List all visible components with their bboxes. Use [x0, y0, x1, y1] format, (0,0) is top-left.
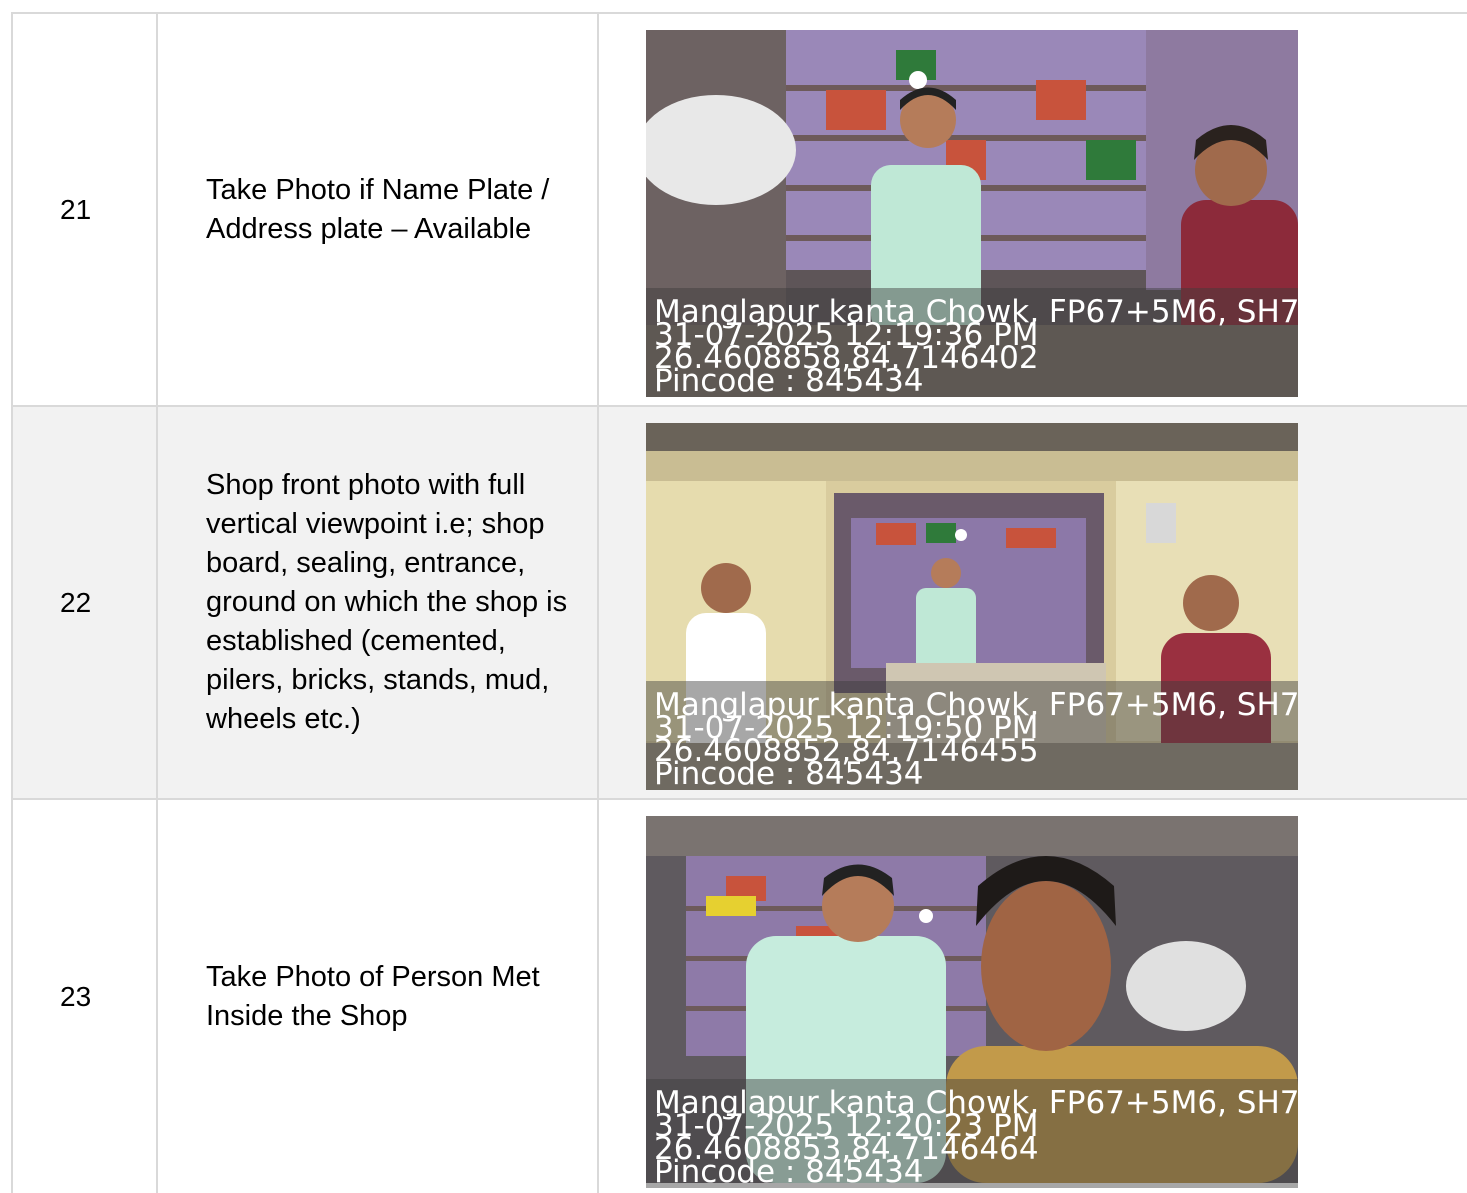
row-description: Take Photo if Name Plate / Address plate… — [158, 14, 599, 405]
geo-stamp: Manglapur kanta Chowk, FP67+5M6, SH7 31-… — [646, 1079, 1298, 1188]
geo-stamp: Manglapur kanta Chowk, FP67+5M6, SH7 31-… — [646, 288, 1298, 397]
row-number: 21 — [13, 14, 158, 405]
row-number: 22 — [13, 407, 158, 798]
verification-table: 21 Take Photo if Name Plate / Address pl… — [11, 12, 1467, 1193]
row-description: Take Photo of Person Met Inside the Shop — [158, 800, 599, 1193]
shop-photo: Manglapur kanta Chowk, FP67+5M6, SH7 31-… — [646, 30, 1298, 397]
table-row: 23 Take Photo of Person Met Inside the S… — [13, 800, 1467, 1193]
table-row: 22 Shop front photo with full vertical v… — [13, 407, 1467, 800]
geo-stamp: Manglapur kanta Chowk, FP67+5M6, SH7 31-… — [646, 681, 1298, 790]
photo-cell: Manglapur kanta Chowk, FP67+5M6, SH7 31-… — [599, 407, 1467, 798]
table-row: 21 Take Photo if Name Plate / Address pl… — [13, 14, 1467, 407]
photo-cell: Manglapur kanta Chowk, FP67+5M6, SH7 31-… — [599, 14, 1467, 405]
photo-cell: Manglapur kanta Chowk, FP67+5M6, SH7 31-… — [599, 800, 1467, 1193]
row-description: Shop front photo with full vertical view… — [158, 407, 599, 798]
shop-photo: Manglapur kanta Chowk, FP67+5M6, SH7 31-… — [646, 423, 1298, 790]
row-number: 23 — [13, 800, 158, 1193]
shop-photo: Manglapur kanta Chowk, FP67+5M6, SH7 31-… — [646, 816, 1298, 1188]
